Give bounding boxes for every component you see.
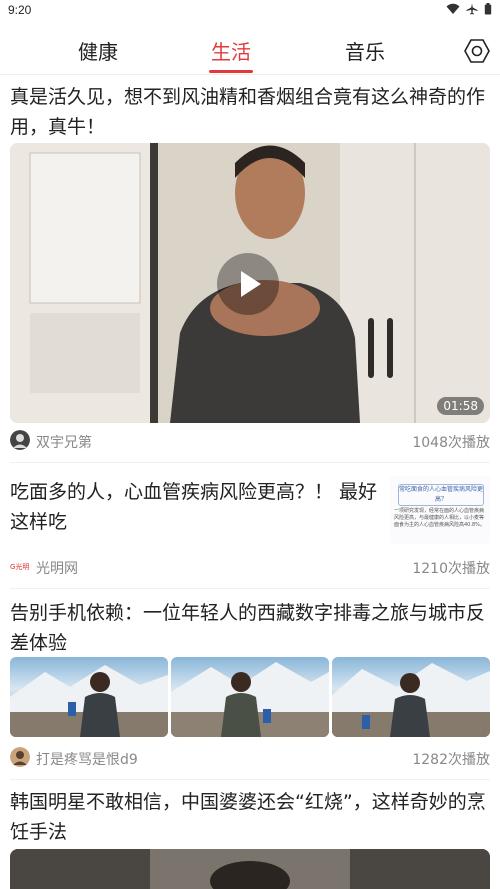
article-card[interactable]: 真是活久见，想不到风油精和香烟组合竟有这么神奇的作用，真牛！	[10, 82, 490, 142]
play-count: 1048次播放	[412, 435, 490, 451]
article-title[interactable]: 真是活久见，想不到风油精和香烟组合竟有这么神奇的作用，真牛！	[10, 82, 490, 142]
status-icons	[446, 3, 492, 15]
article-card[interactable]: 吃面多的人，心血管疾病风险更高？！ 最好这样吃	[10, 477, 380, 537]
article-thumbnail[interactable]: 常吃面食的人心血管疾病风险更高？ 一项研究发现，经常在面的人心血管疾病风险更高，…	[390, 476, 490, 544]
video-duration: 01:58	[437, 397, 484, 415]
tab-life[interactable]: 生活	[191, 36, 271, 65]
status-bar: 9:20	[0, 0, 500, 22]
source-name[interactable]: 双宇兄第	[36, 432, 92, 452]
airplane-icon	[466, 3, 478, 15]
settings-icon[interactable]	[464, 38, 490, 64]
article-meta: 双宇兄第 1048次播放	[10, 430, 490, 452]
avatar[interactable]	[10, 430, 30, 450]
avatar[interactable]	[10, 747, 30, 767]
article-card[interactable]: 韩国明星不敢相信，中国婆婆还会“红烧”，这样奇妙的烹饪手法	[10, 787, 490, 847]
divider	[10, 779, 490, 780]
article-title[interactable]: 告别手机依赖：一位年轻人的西藏数字排毒之旅与城市反差体验	[10, 598, 490, 658]
thumbnail-text: 一项研究发现，经常在面的人心血管疾病风险更高，与最健康的人相比，以小麦等面食为主…	[394, 508, 485, 528]
tab-music[interactable]: 音乐	[325, 36, 405, 65]
article-meta: G光明 光明网 1210次播放	[10, 556, 490, 578]
category-tabs: 健康 生活 音乐	[0, 22, 500, 75]
video-thumbnail[interactable]: 01:58	[10, 143, 490, 423]
active-tab-indicator	[209, 70, 253, 73]
article-meta: 打是疼骂是恨d9 1282次播放	[10, 747, 490, 769]
divider	[10, 588, 490, 589]
video-thumbnail[interactable]	[10, 849, 490, 889]
status-time: 9:20	[8, 3, 32, 17]
guangming-logo-icon[interactable]: G光明	[10, 559, 32, 573]
article-title[interactable]: 吃面多的人，心血管疾病风险更高？！ 最好这样吃	[10, 477, 380, 537]
source-name[interactable]: 光明网	[36, 558, 78, 578]
gallery-image[interactable]	[332, 657, 490, 737]
play-count: 1282次播放	[412, 752, 490, 768]
wifi-icon	[446, 3, 460, 14]
gallery-image[interactable]	[171, 657, 329, 737]
play-count: 1210次播放	[412, 561, 490, 577]
source-name[interactable]: 打是疼骂是恨d9	[36, 749, 138, 769]
thumbnail-heading: 常吃面食的人心血管疾病风险更高？	[398, 484, 484, 506]
article-card[interactable]: 告别手机依赖：一位年轻人的西藏数字排毒之旅与城市反差体验	[10, 598, 490, 658]
battery-icon	[484, 3, 492, 15]
article-title[interactable]: 韩国明星不敢相信，中国婆婆还会“红烧”，这样奇妙的烹饪手法	[10, 787, 490, 847]
divider	[10, 462, 490, 463]
image-gallery[interactable]	[10, 657, 490, 737]
tab-health[interactable]: 健康	[58, 36, 138, 65]
play-button[interactable]	[217, 253, 279, 315]
svg-text:G光明: G光明	[10, 562, 29, 571]
gallery-image[interactable]	[10, 657, 168, 737]
